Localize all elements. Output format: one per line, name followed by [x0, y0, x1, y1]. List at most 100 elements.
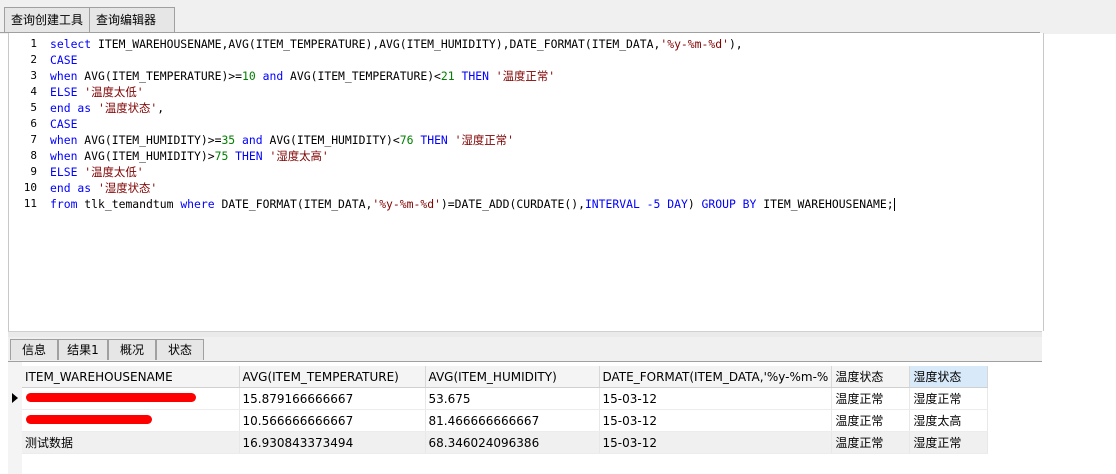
- code-line[interactable]: end as '温度状态',: [50, 100, 1040, 116]
- table-cell[interactable]: 15-03-12: [599, 431, 833, 454]
- code-token: '%y-%m-%d': [660, 37, 729, 51]
- code-token: )=DATE_ADD(CURDATE(),: [440, 197, 585, 211]
- table-cell[interactable]: 湿度正常: [909, 431, 989, 454]
- code-token: ),: [728, 37, 743, 51]
- code-token: when: [50, 149, 85, 163]
- code-token: 35: [221, 133, 236, 147]
- code-line[interactable]: select ITEM_WAREHOUSENAME,AVG(ITEM_TEMPE…: [50, 36, 1040, 52]
- code-token: where: [180, 197, 222, 211]
- table-cell[interactable]: 湿度正常: [909, 387, 989, 410]
- code-line[interactable]: from tlk_temandtum where DATE_FORMAT(ITE…: [50, 196, 1040, 212]
- code-token: GROUP BY: [701, 197, 764, 211]
- code-token: when: [50, 69, 85, 83]
- code-token: '湿度太高': [269, 149, 329, 163]
- line-number: 1: [30, 37, 37, 50]
- code-line[interactable]: when AVG(ITEM_TEMPERATURE)>=10 and AVG(I…: [50, 68, 1040, 84]
- table-row[interactable]: 10.566666666667 81.466666666667 15-03-12…: [22, 409, 989, 432]
- line-number: 8: [30, 149, 37, 162]
- column-header[interactable]: AVG(ITEM_TEMPERATURE): [239, 366, 426, 388]
- redaction-mark: [26, 415, 152, 424]
- table-cell[interactable]: 温度正常: [831, 409, 911, 432]
- tab-status[interactable]: 状态: [156, 339, 204, 360]
- code-token: ITEM_WAREHOUSENAME;: [763, 197, 894, 211]
- code-token: '温度太低': [84, 85, 144, 99]
- code-token: ELSE: [50, 165, 85, 179]
- table-cell[interactable]: 68.346024096386: [425, 431, 600, 454]
- result-grid[interactable]: ITEM_WAREHOUSENAME AVG(ITEM_TEMPERATURE)…: [8, 361, 1042, 474]
- code-token: ITEM_WAREHOUSENAME,AVG(ITEM_TEMPERATURE)…: [98, 37, 661, 51]
- table-cell[interactable]: 温度正常: [831, 387, 911, 410]
- code-token: end as: [50, 101, 99, 115]
- table-cell[interactable]: 10.566666666667: [239, 409, 426, 432]
- code-token: end as: [50, 181, 99, 195]
- code-token: AVG(ITEM_HUMIDITY)>=: [84, 133, 222, 147]
- code-token: and: [255, 69, 291, 83]
- tab-query-editor[interactable]: 查询编辑器: [89, 7, 175, 32]
- code-token: CASE: [50, 117, 78, 131]
- line-number: 10: [23, 181, 37, 194]
- table-cell[interactable]: 53.675: [425, 387, 600, 410]
- code-line[interactable]: CASE: [50, 52, 1040, 68]
- table-row[interactable]: 测试数据 16.930843373494 68.346024096386 15-…: [22, 431, 989, 454]
- table-cell[interactable]: 测试数据: [22, 431, 240, 454]
- code-token: INTERVAL -5 DAY: [584, 197, 688, 211]
- code-token: THEN: [413, 133, 455, 147]
- line-number-gutter: 1 2 3 4 5 6 7 8 9 10 11: [9, 36, 37, 212]
- code-token: AVG(ITEM_HUMIDITY)>: [84, 149, 215, 163]
- line-number: 4: [30, 85, 37, 98]
- query-tab-bar: 查询创建工具 查询编辑器: [0, 0, 1116, 34]
- code-line[interactable]: when AVG(ITEM_HUMIDITY)>=35 and AVG(ITEM…: [50, 132, 1040, 148]
- tab-overview[interactable]: 概况: [108, 339, 156, 360]
- table-cell[interactable]: 湿度太高: [909, 409, 989, 432]
- code-token: 21: [440, 69, 455, 83]
- line-number: 3: [30, 69, 37, 82]
- code-line[interactable]: CASE: [50, 116, 1040, 132]
- code-token: AVG(ITEM_TEMPERATURE)>=: [84, 69, 243, 83]
- code-token: DATE_FORMAT(ITEM_DATA,: [221, 197, 373, 211]
- column-header[interactable]: 湿度状态: [909, 366, 989, 388]
- code-token: from: [50, 197, 85, 211]
- column-header[interactable]: AVG(ITEM_HUMIDITY): [425, 366, 600, 388]
- sql-editor[interactable]: 1 2 3 4 5 6 7 8 9 10 11 select ITEM_WARE…: [8, 33, 1044, 331]
- code-token: tlk_temandtum: [84, 197, 181, 211]
- code-token: ): [687, 197, 702, 211]
- code-line[interactable]: when AVG(ITEM_HUMIDITY)>75 THEN '湿度太高': [50, 148, 1040, 164]
- code-token: '温度状态': [98, 101, 158, 115]
- tab-query-builder[interactable]: 查询创建工具: [4, 7, 94, 32]
- line-number: 5: [30, 101, 37, 114]
- code-line[interactable]: ELSE '温度太低': [50, 164, 1040, 180]
- table-cell[interactable]: 81.466666666667: [425, 409, 600, 432]
- code-token: AVG(ITEM_TEMPERATURE)<: [290, 69, 441, 83]
- result-tab-bar: 信息 结果1 概况 状态: [8, 337, 1042, 361]
- line-number: 2: [30, 53, 37, 66]
- code-token: THEN: [454, 69, 496, 83]
- row-pointer-icon: [12, 393, 18, 403]
- code-token: 76: [399, 133, 414, 147]
- code-line[interactable]: ELSE '温度太低': [50, 84, 1040, 100]
- tab-info[interactable]: 信息: [10, 339, 58, 360]
- code-token: '湿度正常': [454, 133, 514, 147]
- tab-result-1[interactable]: 结果1: [58, 339, 108, 360]
- table-cell[interactable]: 15-03-12: [599, 387, 833, 410]
- code-token: ELSE: [50, 85, 85, 99]
- column-header[interactable]: 温度状态: [831, 366, 911, 388]
- table-cell[interactable]: 15-03-12: [599, 409, 833, 432]
- code-area[interactable]: select ITEM_WAREHOUSENAME,AVG(ITEM_TEMPE…: [50, 36, 1040, 212]
- code-line[interactable]: end as '湿度状态': [50, 180, 1040, 196]
- column-header[interactable]: DATE_FORMAT(ITEM_DATA,'%y-%m-%: [599, 366, 833, 388]
- table-cell[interactable]: 温度正常: [831, 431, 911, 454]
- code-token: '湿度状态': [98, 181, 158, 195]
- code-token: when: [50, 133, 85, 147]
- table-cell[interactable]: 16.930843373494: [239, 431, 426, 454]
- code-token: 10: [242, 69, 256, 83]
- code-token: THEN: [228, 149, 270, 163]
- results-table: ITEM_WAREHOUSENAME AVG(ITEM_TEMPERATURE)…: [22, 366, 989, 454]
- line-number: 11: [23, 197, 37, 210]
- code-token: '温度太低': [84, 165, 144, 179]
- line-number: 6: [30, 117, 37, 130]
- table-cell[interactable]: 15.879166666667: [239, 387, 426, 410]
- code-token: ,: [157, 101, 165, 115]
- column-header[interactable]: ITEM_WAREHOUSENAME: [22, 366, 240, 388]
- code-token: and: [235, 133, 270, 147]
- line-number: 9: [30, 165, 37, 178]
